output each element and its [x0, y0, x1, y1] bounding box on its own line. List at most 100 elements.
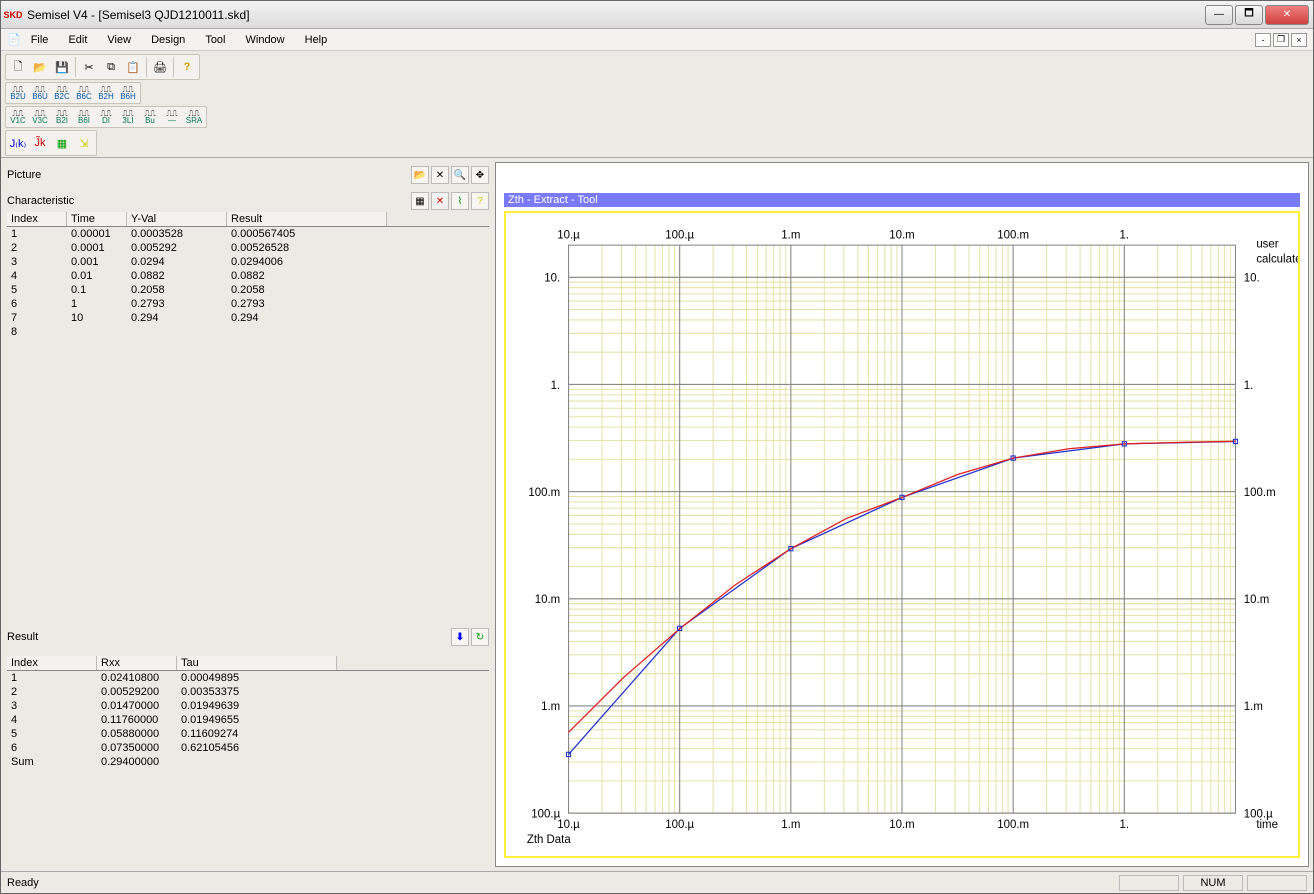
- svg-text:user: user: [1256, 237, 1278, 250]
- char-plot-icon[interactable]: ⌇: [451, 192, 469, 210]
- col-yval: Y-Val: [127, 212, 227, 226]
- circuit-b6u-button[interactable]: ⎍⎍B6U: [29, 84, 51, 102]
- save-icon[interactable]: 💾: [51, 56, 73, 78]
- table-row[interactable]: 40.117600000.01949655: [7, 713, 489, 727]
- inv-di-button[interactable]: ⎍⎍DI: [95, 108, 117, 126]
- graph2-icon[interactable]: J̃k: [29, 132, 51, 154]
- svg-text:100.m: 100.m: [528, 486, 560, 499]
- col-result: Result: [227, 212, 387, 226]
- circuit-b6c-button[interactable]: ⎍⎍B6C: [73, 84, 95, 102]
- result-table-body[interactable]: 10.024108000.0004989520.005292000.003533…: [7, 671, 489, 799]
- status-scrl: [1247, 875, 1307, 891]
- svg-text:10.m: 10.m: [1244, 593, 1269, 606]
- mdi-close-button[interactable]: ×: [1291, 33, 1307, 47]
- result-label: Result: [7, 631, 38, 643]
- graph1-icon[interactable]: J₍k₎: [7, 132, 29, 154]
- copy-icon[interactable]: ⧉: [100, 56, 122, 78]
- table-row[interactable]: 610.27930.2793: [7, 297, 489, 311]
- result-header: Result ⬇ ↻: [7, 628, 489, 646]
- titlebar: SKD Semisel V4 - [Semisel3 QJD1210011.sk…: [1, 1, 1313, 29]
- circuit-b2c-button[interactable]: ⎍⎍B2C: [51, 84, 73, 102]
- menu-file[interactable]: File: [21, 32, 59, 48]
- menu-design[interactable]: Design: [141, 32, 195, 48]
- svg-text:1.: 1.: [551, 379, 561, 392]
- graph4-icon[interactable]: ⇲: [73, 132, 95, 154]
- col-time: Time: [67, 212, 127, 226]
- minimize-button[interactable]: —: [1205, 5, 1233, 25]
- char-table-body[interactable]: 10.000010.00035280.00056740520.00010.005…: [7, 227, 489, 622]
- menu-view[interactable]: View: [97, 32, 141, 48]
- table-row[interactable]: 40.010.08820.0882: [7, 269, 489, 283]
- menu-tool[interactable]: Tool: [195, 32, 235, 48]
- open-icon[interactable]: 📂: [29, 56, 51, 78]
- inv-3li-button[interactable]: ⎍⎍3LI: [117, 108, 139, 126]
- print-icon[interactable]: 🖨: [149, 56, 171, 78]
- rcol-tau: Tau: [177, 656, 337, 670]
- left-panel: Picture 📂 ✕ 🔍 ✥ Characteristic ▦ ✕ ⌇ ?: [3, 160, 493, 869]
- table-row[interactable]: 60.073500000.62105456: [7, 741, 489, 755]
- circuit-b2h-button[interactable]: ⎍⎍B2H: [95, 84, 117, 102]
- svg-text:Zth Data: Zth Data: [527, 833, 571, 846]
- inv-sra-button[interactable]: ⎍⎍SRA: [183, 108, 205, 126]
- mdi-restore-button[interactable]: ❐: [1273, 33, 1289, 47]
- picture-header: Picture 📂 ✕ 🔍 ✥: [7, 166, 489, 184]
- svg-text:100.m: 100.m: [1244, 486, 1276, 499]
- picture-clear-icon[interactable]: ✕: [431, 166, 449, 184]
- menu-edit[interactable]: Edit: [58, 32, 97, 48]
- table-row[interactable]: 50.10.20580.2058: [7, 283, 489, 297]
- table-row[interactable]: 20.005292000.00353375: [7, 685, 489, 699]
- char-add-icon[interactable]: ▦: [411, 192, 429, 210]
- window-buttons: — 🗖 ✕: [1205, 5, 1309, 25]
- picture-zoom-icon[interactable]: 🔍: [451, 166, 469, 184]
- graph3-icon[interactable]: ▦: [51, 132, 73, 154]
- table-row[interactable]: 8: [7, 325, 489, 339]
- col-index: Index: [7, 212, 67, 226]
- characteristic-header: Characteristic ▦ ✕ ⌇ ?: [7, 192, 489, 210]
- svg-text:100.m: 100.m: [997, 229, 1029, 242]
- help-icon[interactable]: ?: [176, 56, 198, 78]
- svg-text:1.: 1.: [1244, 379, 1254, 392]
- table-row[interactable]: 30.0010.02940.0294006: [7, 255, 489, 269]
- chart-plot[interactable]: 10.µ10.µ100.µ100.µ1.m1.m10.m10.m100.m100…: [504, 211, 1300, 858]
- chart-container: Zth - Extract - Tool 10.µ10.µ100.µ100.µ1…: [495, 162, 1309, 867]
- svg-text:100.m: 100.m: [997, 818, 1029, 831]
- app-icon: SKD: [5, 7, 21, 23]
- menu-help[interactable]: Help: [295, 32, 338, 48]
- table-row[interactable]: 30.014700000.01949639: [7, 699, 489, 713]
- close-button[interactable]: ✕: [1265, 5, 1309, 25]
- svg-text:10.m: 10.m: [535, 593, 560, 606]
- inv-b2i-button[interactable]: ⎍⎍B2I: [51, 108, 73, 126]
- inv-b6i-button[interactable]: ⎍⎍B6I: [73, 108, 95, 126]
- doc-icon: 📄: [7, 33, 21, 46]
- svg-text:10.m: 10.m: [889, 818, 914, 831]
- inv-bu-button[interactable]: ⎍⎍Bu: [139, 108, 161, 126]
- table-row[interactable]: 50.058800000.11609274: [7, 727, 489, 741]
- char-delete-icon[interactable]: ✕: [431, 192, 449, 210]
- inv-v3c-button[interactable]: ⎍⎍V3C: [29, 108, 51, 126]
- table-row[interactable]: 20.00010.0052920.00526528: [7, 241, 489, 255]
- svg-text:1.: 1.: [1120, 229, 1130, 242]
- result-down-icon[interactable]: ⬇: [451, 628, 469, 646]
- mdi-minimize-button[interactable]: -: [1255, 33, 1271, 47]
- result-table-header: Index Rxx Tau: [7, 656, 489, 671]
- status-bar: Ready NUM: [1, 871, 1313, 893]
- result-refresh-icon[interactable]: ↻: [471, 628, 489, 646]
- svg-text:1.m: 1.m: [541, 700, 560, 713]
- table-row[interactable]: Sum0.29400000: [7, 755, 489, 769]
- picture-open-icon[interactable]: 📂: [411, 166, 429, 184]
- inv-v1c-button[interactable]: ⎍⎍V1C: [7, 108, 29, 126]
- circuit-b2u-button[interactable]: ⎍⎍B2U: [7, 84, 29, 102]
- cut-icon[interactable]: ✂: [78, 56, 100, 78]
- svg-text:calculated: calculated: [1256, 252, 1298, 265]
- inv-—-button[interactable]: ⎍⎍—: [161, 108, 183, 126]
- table-row[interactable]: 10.024108000.00049895: [7, 671, 489, 685]
- picture-move-icon[interactable]: ✥: [471, 166, 489, 184]
- table-row[interactable]: 7100.2940.294: [7, 311, 489, 325]
- maximize-button[interactable]: 🗖: [1235, 5, 1263, 25]
- circuit-b6h-button[interactable]: ⎍⎍B6H: [117, 84, 139, 102]
- char-help-icon[interactable]: ?: [471, 192, 489, 210]
- paste-icon[interactable]: 📋: [122, 56, 144, 78]
- table-row[interactable]: 10.000010.00035280.000567405: [7, 227, 489, 241]
- menu-window[interactable]: Window: [236, 32, 295, 48]
- new-icon[interactable]: 🗋: [7, 56, 29, 78]
